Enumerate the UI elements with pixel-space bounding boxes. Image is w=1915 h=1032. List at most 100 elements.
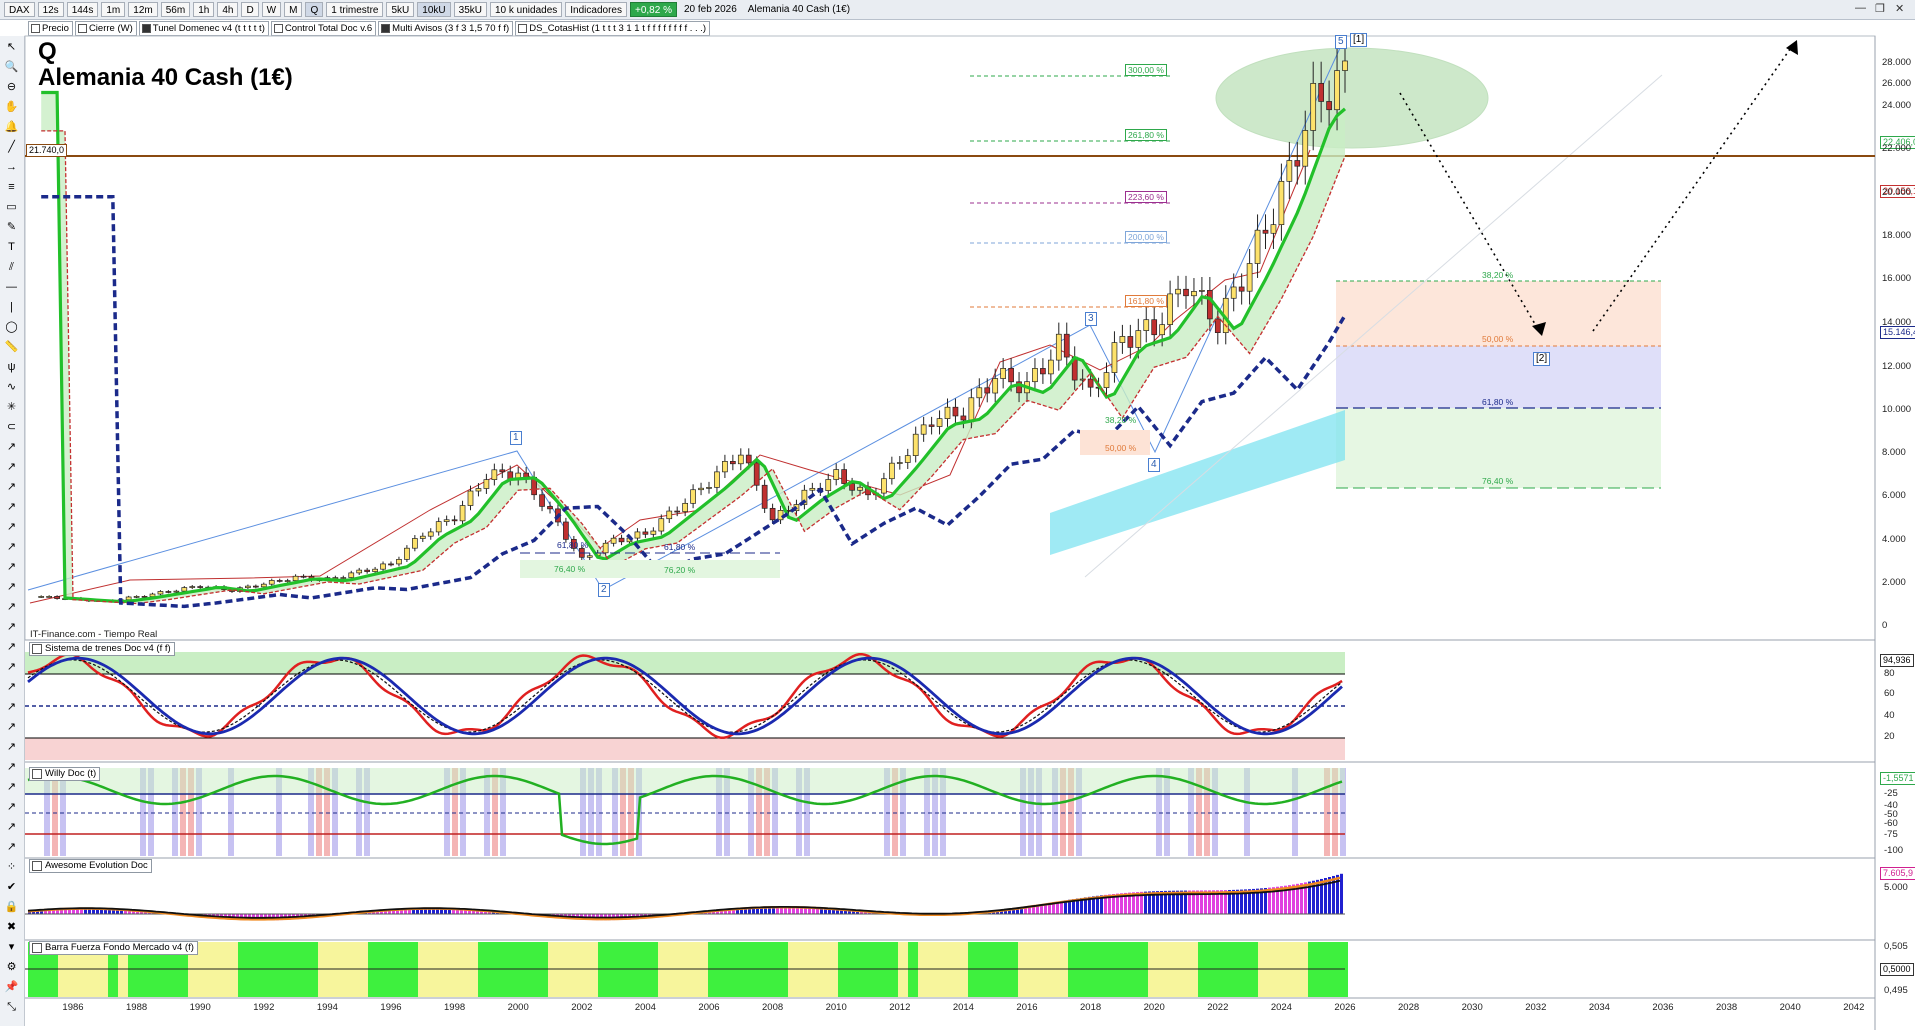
x-axis-year-label: 2040 [1779,1002,1801,1013]
candle-body [1191,291,1197,297]
wave-label-1[interactable]: 1 [510,431,522,445]
candle-body [547,506,553,510]
trenes-axis-label: 60 [1884,688,1895,699]
candle-body [1302,130,1309,167]
y-axis-label: 10.000 [1882,404,1912,415]
x-axis-year-label: 2038 [1716,1002,1738,1013]
candle-body [602,542,609,554]
candle-body [1135,330,1142,348]
candle-body [833,469,840,480]
checkbox-icon [32,943,42,953]
x-axis-year-label: 2030 [1461,1002,1483,1013]
trenes-axis-label: 80 [1884,668,1895,679]
candle-body [133,596,140,598]
awesome-value-tag: 7.605,9 [1880,867,1915,880]
candle-body [1119,336,1126,343]
y-axis-label: 18.000 [1882,230,1912,241]
candle-body [706,487,712,489]
fib-label: 38,20 % [1482,270,1514,280]
candle-body [1063,333,1070,358]
x-axis-year-label: 2022 [1207,1002,1229,1013]
candle-body [1167,293,1173,325]
willy-axis-label: -75 [1884,829,1898,840]
candle-body [666,510,673,520]
y-axis-label: 2.000 [1882,577,1906,588]
candle-body [141,596,148,598]
candle-body [682,502,689,512]
fib-label: 161,80 % [1125,295,1167,307]
candle-body [912,433,919,456]
candle-body [904,455,911,463]
x-axis-year-label: 1996 [380,1002,402,1013]
candle-body [197,586,204,588]
candle-body [1103,372,1110,389]
candle-body [380,563,386,570]
candle-body [1127,336,1134,348]
candle-body [936,418,943,427]
candle-body [443,519,450,522]
candle-body [412,538,418,549]
wave-label-major-2[interactable]: [2] [1533,352,1551,366]
x-axis-year-label: 1990 [189,1002,211,1013]
candle-body [729,461,736,465]
panel-title-barra[interactable]: Barra Fuerza Fondo Mercado v4 (f) [29,941,198,955]
x-axis-year-label: 2006 [698,1002,720,1013]
candle-body [427,531,434,537]
candle-body [1310,83,1317,131]
candle-body [475,488,482,492]
trenes-lower-zone [25,738,1345,760]
candle-body [690,489,696,504]
candle-body [952,406,959,417]
x-axis-year-label: 2036 [1652,1002,1674,1013]
x-axis-year-label: 2032 [1525,1002,1547,1013]
wave-label-4[interactable]: 4 [1148,458,1160,472]
candle-body [1159,324,1166,336]
chart-symbol-letter: Q [38,38,57,65]
candle-body [745,454,752,464]
candle-body [1230,286,1237,299]
candle-body [459,505,466,522]
x-axis-year-label: 2042 [1843,1002,1865,1013]
candle-body [467,490,474,506]
candle-body [1334,70,1340,111]
x-axis-year-label: 2034 [1588,1002,1610,1013]
candle-body [841,469,848,484]
fib-label: 300,00 % [1125,64,1167,76]
x-axis-year-label: 2000 [507,1002,529,1013]
wave-label-3[interactable]: 3 [1085,312,1097,326]
candle-body [1342,60,1348,71]
checkbox-icon [32,769,42,779]
panel-title-trenes[interactable]: Sistema de trenes Doc v4 (f f) [29,642,175,656]
candle-body [563,521,569,540]
candle-body [1143,319,1150,331]
candle-body [356,569,363,574]
panel-title-willy[interactable]: Willy Doc (t) [29,767,101,781]
trenes-axis-label: 40 [1884,710,1895,721]
fib-label: 76,40 % [1482,476,1514,486]
candle-body [388,563,394,566]
wave-label-5[interactable]: 5 [1335,35,1347,49]
chart-canvas[interactable] [0,0,1915,1032]
awesome-bar [1340,873,1343,915]
x-axis-year-label: 1988 [126,1002,148,1013]
wave-label-2[interactable]: 2 [598,583,610,597]
candle-body [586,555,593,558]
candle-body [54,596,60,599]
candle-body [491,469,498,480]
panel-title-awesome[interactable]: Awesome Evolution Doc [29,859,152,873]
fib-label: 261,80 % [1125,129,1167,141]
candle-body [284,580,291,582]
candle-body [1270,224,1277,234]
candle-body [483,479,490,489]
y-axis-label: 22.000 [1882,143,1912,154]
x-axis-year-label: 2016 [1016,1002,1038,1013]
x-axis-year-label: 2008 [762,1002,784,1013]
wave-label-major-1[interactable]: [1] [1350,33,1368,47]
y-axis-label: 8.000 [1882,447,1906,458]
candle-body [634,531,641,539]
candle-body [1254,229,1261,264]
candle-body [348,572,355,578]
candle-body [1326,101,1332,111]
candle-body [372,568,378,572]
candle-body [125,596,132,601]
